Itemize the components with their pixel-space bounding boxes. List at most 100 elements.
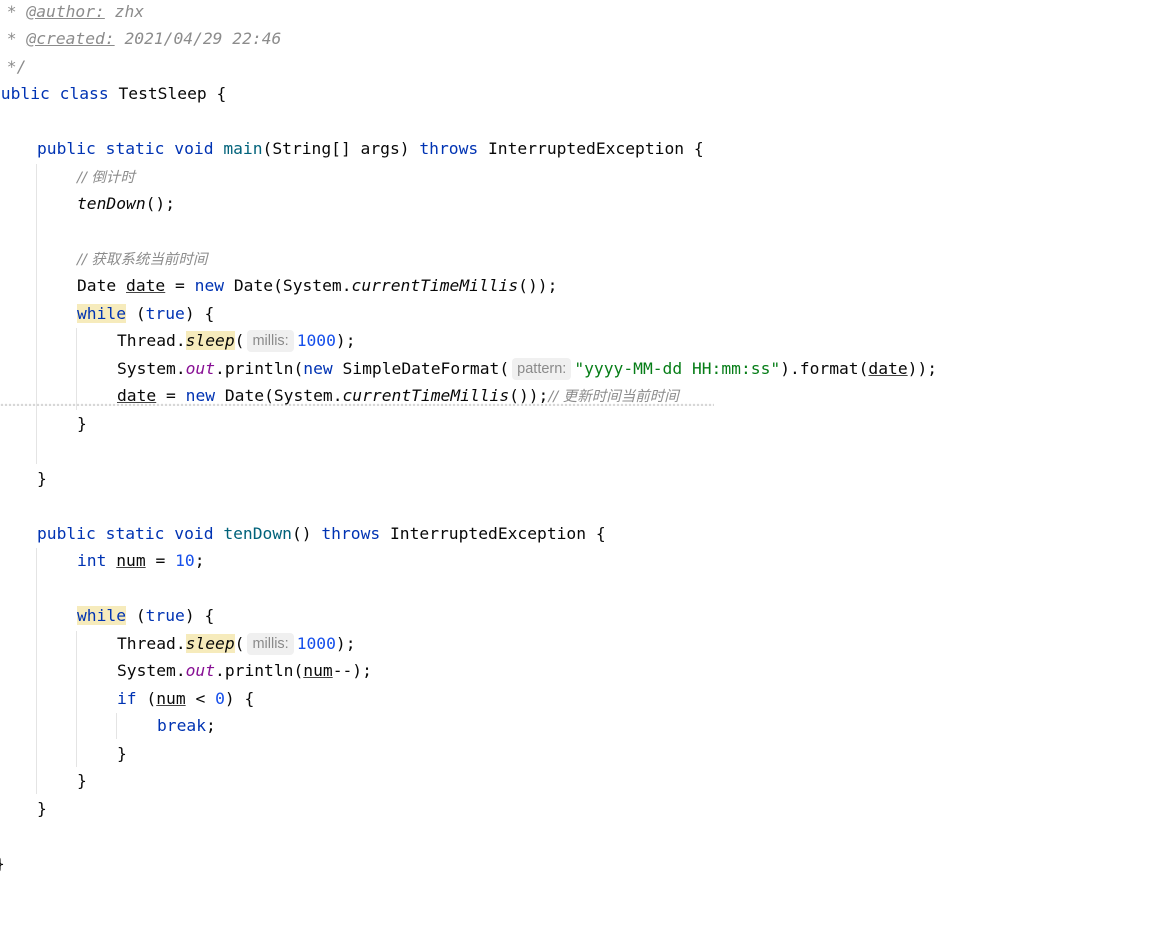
doc-author-tag: @author: bbox=[26, 2, 105, 21]
code-line-tendown-signature[interactable]: public static void tenDown() throws Inte… bbox=[37, 520, 606, 547]
operator: < bbox=[185, 689, 216, 708]
number-literal: 1000 bbox=[296, 331, 336, 350]
call-tail: ()); bbox=[518, 276, 558, 295]
code-line-author[interactable]: * @author: zhx bbox=[0, 0, 144, 25]
doc-created-tag: @created: bbox=[26, 29, 115, 48]
field-out: out bbox=[185, 661, 216, 680]
indent-guide bbox=[116, 713, 117, 739]
code-line-doc-end[interactable]: */ bbox=[0, 53, 27, 80]
indent-guide bbox=[36, 548, 37, 794]
operator: = bbox=[145, 551, 176, 570]
brace: } bbox=[77, 771, 87, 790]
keyword-while: while bbox=[77, 606, 127, 625]
code-line-date-update[interactable]: date = new Date(System.currentTimeMillis… bbox=[117, 382, 679, 409]
keyword-break: break bbox=[157, 716, 207, 735]
type-date: Date bbox=[77, 276, 127, 295]
code-line-if[interactable]: if (num < 0) { bbox=[117, 685, 254, 712]
variable-date: date bbox=[117, 386, 157, 405]
method-call-tendown: tenDown bbox=[77, 194, 146, 213]
comment: // 倒计时 bbox=[77, 170, 135, 186]
call-tail: ); bbox=[335, 634, 356, 653]
system-class: System. bbox=[117, 661, 186, 680]
thread-class: Thread. bbox=[117, 331, 186, 350]
code-line-break[interactable]: break; bbox=[157, 712, 216, 739]
keyword-new: new bbox=[185, 386, 216, 405]
indent-guide bbox=[76, 328, 77, 410]
code-line-close-tendown[interactable]: } bbox=[37, 795, 47, 822]
method-call-sleep: sleep bbox=[185, 634, 235, 653]
code-line-println-num[interactable]: System.out.println(num--); bbox=[117, 657, 372, 684]
field-out: out bbox=[185, 359, 216, 378]
if-close: ) { bbox=[224, 689, 255, 708]
keyword-new: new bbox=[303, 359, 333, 378]
code-line-close-while[interactable]: } bbox=[77, 410, 87, 437]
code-line-close-while[interactable]: } bbox=[77, 767, 87, 794]
paren: ( bbox=[234, 331, 245, 350]
param-hint-millis: millis: bbox=[247, 330, 294, 352]
code-line-comment-get-time[interactable]: // 获取系统当前时间 bbox=[77, 245, 207, 272]
code-line-while[interactable]: while (true) { bbox=[77, 300, 214, 327]
keyword-public: public bbox=[0, 84, 50, 103]
code-line-main-signature[interactable]: public static void main(String[] args) t… bbox=[37, 135, 704, 162]
code-line-sleep[interactable]: Thread.sleep(millis: 1000); bbox=[117, 327, 356, 354]
keyword-new: new bbox=[194, 276, 225, 295]
println-call: .println( bbox=[215, 661, 304, 680]
param-hint-millis: millis: bbox=[247, 633, 294, 655]
constructor: Date(System. bbox=[215, 386, 343, 405]
brace: } bbox=[37, 799, 47, 818]
keyword-true: true bbox=[145, 304, 185, 323]
code-line-num-decl[interactable]: int num = 10; bbox=[77, 547, 205, 574]
method-call-ctm: currentTimeMillis bbox=[351, 276, 519, 295]
keyword-public: public bbox=[37, 139, 96, 158]
code-line-println-date[interactable]: System.out.println(new SimpleDateFormat(… bbox=[117, 355, 937, 382]
variable-num: num bbox=[156, 689, 186, 708]
brace: } bbox=[37, 469, 47, 488]
doc-author-value: zhx bbox=[104, 2, 145, 21]
number-literal: 10 bbox=[175, 551, 195, 570]
code-line-close-class[interactable]: } bbox=[0, 850, 5, 877]
system-class: System. bbox=[117, 359, 186, 378]
indent-guide bbox=[76, 631, 77, 767]
code-editor[interactable]: * @author: zhx * @created: 2021/04/29 22… bbox=[0, 0, 1174, 934]
doc-prefix: * bbox=[6, 2, 17, 21]
method-call-ctm: currentTimeMillis bbox=[342, 386, 510, 405]
paren: ( bbox=[234, 634, 245, 653]
keyword-void: void bbox=[174, 524, 214, 543]
semicolon: ; bbox=[206, 716, 216, 735]
comment: // 获取系统当前时间 bbox=[77, 252, 208, 268]
variable-date: date bbox=[868, 359, 908, 378]
brace: } bbox=[117, 744, 127, 763]
code-line-created[interactable]: * @created: 2021/04/29 22:46 bbox=[0, 25, 282, 52]
variable-date: date bbox=[126, 276, 166, 295]
keyword-if: if bbox=[117, 689, 137, 708]
keyword-class: class bbox=[59, 84, 109, 103]
keyword-true: true bbox=[145, 606, 185, 625]
format-call: ).format( bbox=[780, 359, 869, 378]
code-line-close-if[interactable]: } bbox=[117, 740, 127, 767]
keyword-static: static bbox=[105, 139, 165, 158]
brace: } bbox=[77, 414, 87, 433]
exception-type: InterruptedException { bbox=[478, 139, 704, 158]
param-hint-pattern: pattern: bbox=[512, 358, 572, 380]
call-tail: (); bbox=[145, 194, 176, 213]
keyword-static: static bbox=[105, 524, 165, 543]
while-open: ( bbox=[126, 606, 146, 625]
println-call: .println( bbox=[215, 359, 304, 378]
method-name-main: main bbox=[223, 139, 263, 158]
code-line-call-tendown[interactable]: tenDown(); bbox=[77, 190, 175, 217]
code-line-sleep[interactable]: Thread.sleep(millis: 1000); bbox=[117, 630, 356, 657]
keyword-void: void bbox=[174, 139, 214, 158]
doc-created-value: 2021/04/29 22:46 bbox=[114, 29, 282, 48]
code-line-comment-countdown[interactable]: // 倒计时 bbox=[77, 163, 135, 190]
code-line-date-decl[interactable]: Date date = new Date(System.currentTimeM… bbox=[77, 272, 557, 299]
variable-num: num bbox=[303, 661, 333, 680]
code-line-close-main[interactable]: } bbox=[37, 465, 47, 492]
keyword-throws: throws bbox=[321, 524, 381, 543]
while-close: ) { bbox=[184, 304, 215, 323]
code-line-class[interactable]: public class TestSleep { bbox=[0, 80, 226, 107]
constructor: Date(System. bbox=[224, 276, 352, 295]
semicolon: ; bbox=[194, 551, 205, 570]
code-line-while[interactable]: while (true) { bbox=[77, 602, 214, 629]
method-call-sleep: sleep bbox=[185, 331, 235, 350]
variable-num: num bbox=[116, 551, 146, 570]
